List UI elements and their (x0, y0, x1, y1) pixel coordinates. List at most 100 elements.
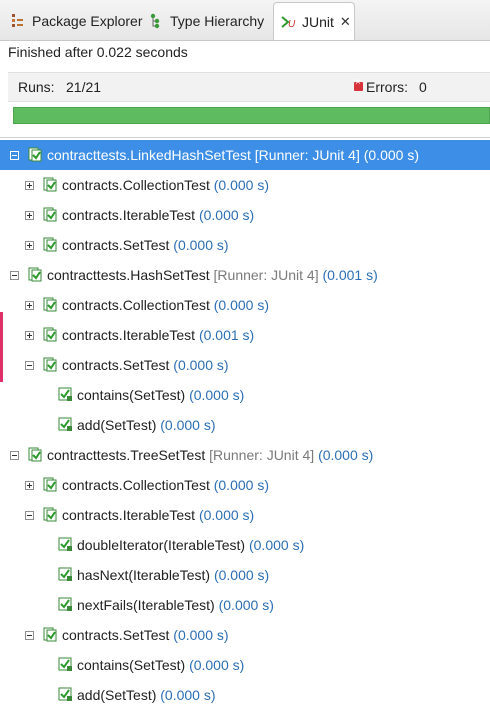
suite-passed-icon (43, 357, 57, 372)
test-name: contracttests.TreeSetTest (47, 447, 206, 463)
tree-item-label: contracts.IterableTest (0.000 s) (62, 507, 254, 523)
tree-item-label: hasNext(IterableTest) (0.000 s) (77, 567, 269, 583)
test-name: doubleIterator(IterableTest) (77, 537, 246, 553)
collapse-toggle-icon[interactable] (25, 361, 34, 370)
tree-item-label: contracts.IterableTest (0.000 s) (62, 207, 254, 223)
test-suite-row[interactable]: contracts.CollectionTest (0.000 s) (0, 170, 490, 200)
test-duration: (0.000 s) (198, 207, 255, 223)
close-icon[interactable]: ✕ (340, 14, 351, 30)
test-suite-row[interactable]: contracts.IterableTest (0.001 s) (0, 320, 490, 350)
errors-label: Errors: (366, 79, 408, 95)
collapse-toggle-icon[interactable] (10, 151, 19, 160)
view-tab-bar: Package Explorer Type Hierarchy U JUnit … (0, 0, 490, 41)
test-suite-row[interactable]: contracts.SetTest (0.000 s) (0, 230, 490, 260)
test-name: contracts.SetTest (62, 237, 170, 253)
expand-toggle-icon[interactable] (25, 301, 34, 310)
test-class-row[interactable]: contracttests.LinkedHashSetTest [Runner:… (0, 140, 490, 170)
suite-passed-icon (28, 147, 42, 162)
tree-item-label: contracts.CollectionTest (0.000 s) (62, 177, 269, 193)
suite-passed-icon (43, 207, 57, 222)
test-duration: (0.000 s) (213, 477, 269, 493)
suite-passed-icon (43, 507, 57, 522)
tab-package-explorer[interactable]: Package Explorer (10, 3, 143, 39)
expand-toggle-icon[interactable] (25, 331, 34, 340)
type-hierarchy-icon (148, 13, 164, 29)
test-passed-icon (58, 387, 72, 401)
tree-item-label: contains(SetTest) (0.000 s) (77, 387, 244, 403)
suite-passed-icon (43, 627, 57, 642)
test-suite-row[interactable]: contracts.IterableTest (0.000 s) (0, 200, 490, 230)
test-name: contracts.CollectionTest (62, 477, 210, 493)
test-name: hasNext(IterableTest) (77, 567, 211, 583)
test-name: contracts.SetTest (62, 357, 170, 373)
suite-passed-icon (28, 267, 42, 282)
test-method-row[interactable]: contains(SetTest) (0.000 s) (0, 650, 490, 680)
test-passed-icon (58, 657, 72, 671)
test-suite-row[interactable]: contracts.CollectionTest (0.000 s) (0, 290, 490, 320)
tab-type-hierarchy-label: Type Hierarchy (170, 13, 265, 29)
expand-toggle-icon[interactable] (25, 181, 34, 190)
test-method-row[interactable]: hasNext(IterableTest) (0.000 s) (0, 560, 490, 590)
tree-item-label: contracts.SetTest (0.000 s) (62, 627, 229, 643)
test-duration: (0.000 s) (363, 147, 419, 163)
test-duration: (0.000 s) (173, 357, 229, 373)
test-duration: (0.000 s) (173, 237, 229, 253)
tab-type-hierarchy[interactable]: Type Hierarchy (148, 3, 264, 39)
tree-item-label: doubleIterator(IterableTest) (0.000 s) (77, 537, 304, 553)
test-duration: (0.000 s) (160, 417, 216, 433)
test-name: contracts.SetTest (62, 627, 170, 643)
runner-label: [Runner: JUnit 4] (213, 267, 319, 283)
error-icon (354, 77, 363, 91)
counters-panel: Runs: 21/21 Errors: 0 (8, 72, 490, 102)
collapse-toggle-icon[interactable] (10, 451, 19, 460)
collapse-toggle-icon[interactable] (25, 631, 34, 640)
runner-label: [Runner: JUnit 4] (254, 147, 360, 163)
test-class-row[interactable]: contracttests.TreeSetTest [Runner: JUnit… (0, 440, 490, 470)
tree-item-label: contracttests.HashSetTest [Runner: JUnit… (47, 267, 378, 283)
test-name: add(SetTest) (77, 687, 157, 703)
test-duration: (0.000 s) (213, 567, 270, 583)
test-class-row[interactable]: contracttests.HashSetTest [Runner: JUnit… (0, 260, 490, 290)
test-name: contracts.IterableTest (62, 507, 196, 523)
test-passed-icon (58, 567, 72, 581)
test-name: contracttests.LinkedHashSetTest (47, 147, 251, 163)
test-duration: (0.000 s) (160, 687, 216, 703)
test-name: nextFails(IterableTest) (77, 597, 215, 613)
expand-toggle-icon[interactable] (25, 481, 34, 490)
test-suite-row[interactable]: contracts.CollectionTest (0.000 s) (0, 470, 490, 500)
test-name: contains(SetTest) (77, 657, 186, 673)
test-passed-icon (58, 597, 72, 611)
test-method-row[interactable]: add(SetTest) (0.000 s) (0, 410, 490, 440)
junit-icon: U (280, 14, 296, 30)
errors-value: 0 (419, 79, 427, 95)
package-explorer-icon (10, 13, 26, 29)
runner-label: [Runner: JUnit 4] (209, 447, 315, 463)
test-duration: (0.000 s) (248, 537, 305, 553)
collapse-toggle-icon[interactable] (25, 511, 34, 520)
runs-label: Runs: (18, 79, 55, 95)
test-duration: (0.000 s) (189, 657, 245, 673)
test-name: contracts.IterableTest (62, 327, 196, 343)
test-method-row[interactable]: add(SetTest) (0.000 s) (0, 680, 490, 710)
expand-toggle-icon[interactable] (25, 211, 34, 220)
test-suite-row[interactable]: contracts.SetTest (0.000 s) (0, 620, 490, 650)
test-duration: (0.001 s) (198, 327, 255, 343)
test-progress-bar (13, 107, 490, 124)
tab-junit[interactable]: U JUnit ✕ (273, 2, 355, 40)
test-duration: (0.001 s) (322, 267, 378, 283)
test-duration: (0.000 s) (198, 507, 255, 523)
test-method-row[interactable]: nextFails(IterableTest) (0.000 s) (0, 590, 490, 620)
test-method-row[interactable]: contains(SetTest) (0.000 s) (0, 380, 490, 410)
collapse-toggle-icon[interactable] (10, 271, 19, 280)
test-duration: (0.000 s) (218, 597, 274, 613)
test-duration: (0.000 s) (213, 297, 269, 313)
test-suite-row[interactable]: contracts.SetTest (0.000 s) (0, 350, 490, 380)
expand-toggle-icon[interactable] (25, 241, 34, 250)
test-results-tree[interactable]: contracttests.LinkedHashSetTest [Runner:… (0, 137, 490, 711)
test-method-row[interactable]: doubleIterator(IterableTest) (0.000 s) (0, 530, 490, 560)
tree-item-label: contracts.SetTest (0.000 s) (62, 357, 229, 373)
tab-package-explorer-label: Package Explorer (32, 13, 143, 29)
test-duration: (0.000 s) (173, 627, 229, 643)
test-suite-row[interactable]: contracts.IterableTest (0.000 s) (0, 500, 490, 530)
test-name: contracts.CollectionTest (62, 177, 210, 193)
